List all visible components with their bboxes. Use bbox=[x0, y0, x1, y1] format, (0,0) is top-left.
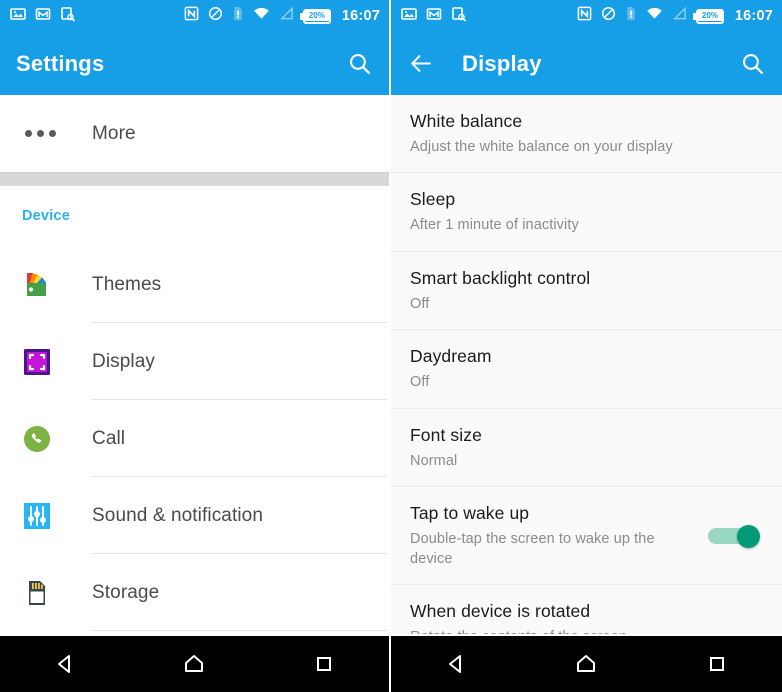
preference-subtitle: After 1 minute of inactivity bbox=[410, 217, 579, 234]
settings-item-label: Storage bbox=[92, 581, 160, 603]
preference-subtitle: Rotate the contents of the screen bbox=[410, 628, 756, 634]
themes-icon bbox=[16, 268, 92, 302]
section-header-device: Device bbox=[0, 186, 389, 246]
section-header-label: Device bbox=[22, 208, 70, 224]
back-arrow-icon[interactable] bbox=[407, 50, 435, 78]
preference-title: Daydream bbox=[410, 346, 492, 367]
settings-list[interactable]: More Device Themes Display Call Sound & … bbox=[0, 95, 389, 634]
preference-title: Smart backlight control bbox=[410, 267, 591, 288]
search-icon[interactable] bbox=[738, 50, 766, 78]
gmail-icon bbox=[426, 6, 442, 27]
call-icon bbox=[16, 422, 92, 456]
preference-row-tap-to-wake-up[interactable]: Tap to wake up Double-tap the screen to … bbox=[391, 487, 782, 586]
preference-title: White balance bbox=[410, 111, 523, 131]
settings-item-label: Themes bbox=[92, 273, 162, 295]
battery-icon: 20% bbox=[692, 8, 724, 24]
sim-alert-icon bbox=[625, 6, 637, 26]
right-phone-screen: 20% 16:07 Display White balance Adjust t… bbox=[391, 0, 782, 692]
settings-app-bar: Settings bbox=[0, 32, 389, 95]
display-settings-list[interactable]: White balance Adjust the white balance o… bbox=[391, 95, 782, 634]
sound-notification-icon bbox=[16, 499, 92, 533]
do-not-disturb-icon bbox=[601, 6, 616, 26]
signal-icon bbox=[672, 6, 687, 26]
page-title: Settings bbox=[16, 50, 105, 76]
image-icon bbox=[401, 6, 417, 27]
preference-subtitle: Off bbox=[410, 374, 430, 391]
preference-title: When device is rotated bbox=[410, 601, 591, 622]
recents-nav-icon[interactable] bbox=[689, 644, 745, 684]
recents-nav-icon[interactable] bbox=[296, 644, 352, 684]
preference-title: Sleep bbox=[410, 189, 456, 210]
back-nav-icon[interactable] bbox=[37, 644, 93, 684]
preference-row-smart-backlight-control[interactable]: Smart backlight control Off bbox=[391, 251, 782, 331]
preference-row-sleep[interactable]: Sleep After 1 minute of inactivity bbox=[391, 173, 782, 252]
preference-row-font-size[interactable]: Font size Normal bbox=[391, 408, 782, 488]
storage-icon bbox=[16, 576, 92, 610]
preference-subtitle: Adjust the white balance on your display bbox=[410, 138, 673, 155]
settings-item-more[interactable]: More bbox=[0, 95, 389, 172]
back-nav-icon[interactable] bbox=[428, 644, 484, 684]
do-not-disturb-icon bbox=[208, 6, 223, 26]
preference-row-when-device-is-rotated[interactable]: When device is rotated Rotate the conten… bbox=[391, 585, 782, 634]
status-bar-system-icons: 20% 16:07 bbox=[184, 6, 380, 26]
android-nav-bar-right[interactable] bbox=[391, 634, 782, 692]
page-title: Display bbox=[462, 50, 542, 76]
signal-icon bbox=[279, 6, 294, 26]
settings-item-label: Sound & notification bbox=[92, 504, 264, 526]
wifi-icon bbox=[646, 6, 663, 26]
dual-screenshot-container: 20% 16:07 Settings More Device Themes Di… bbox=[0, 0, 782, 692]
preference-subtitle: Normal bbox=[410, 452, 458, 469]
preference-row-daydream[interactable]: Daydream Off bbox=[391, 330, 782, 409]
display-app-bar: Display bbox=[391, 32, 782, 95]
more-dots-icon bbox=[16, 130, 92, 137]
wifi-icon bbox=[253, 6, 270, 26]
display-icon bbox=[16, 345, 92, 379]
status-bar-clock: 16:07 bbox=[734, 8, 773, 24]
settings-item-label: Call bbox=[92, 427, 126, 449]
settings-item-call[interactable]: Call bbox=[0, 400, 389, 477]
status-bar-clock: 16:07 bbox=[341, 8, 380, 24]
battery-percent-label: 20% bbox=[302, 11, 331, 21]
settings-item-sound-notification[interactable]: Sound & notification bbox=[0, 477, 389, 554]
battery-percent-label: 20% bbox=[695, 11, 724, 21]
row-divider bbox=[92, 630, 387, 631]
gmail-icon bbox=[35, 6, 51, 27]
search-icon[interactable] bbox=[345, 50, 373, 78]
tap-to-wake-toggle[interactable] bbox=[708, 525, 760, 549]
preference-title: Font size bbox=[410, 424, 482, 445]
settings-item-label: Display bbox=[92, 350, 155, 372]
preference-title: Tap to wake up bbox=[410, 503, 530, 524]
preference-subtitle: Double-tap the screen to wake up the dev… bbox=[410, 531, 655, 567]
status-bar-left: 20% 16:07 bbox=[0, 0, 389, 32]
settings-item-display[interactable]: Display bbox=[0, 323, 389, 400]
sim-alert-icon bbox=[232, 6, 244, 26]
status-bar-notification-icons bbox=[401, 6, 467, 27]
settings-item-storage[interactable]: Storage bbox=[0, 554, 389, 631]
device-search-icon bbox=[451, 6, 467, 27]
status-bar-right: 20% 16:07 bbox=[391, 0, 782, 32]
android-nav-bar-left[interactable] bbox=[0, 634, 389, 692]
device-search-icon bbox=[60, 6, 76, 27]
settings-item-label: More bbox=[92, 122, 136, 144]
nfc-icon bbox=[577, 6, 592, 26]
battery-icon: 20% bbox=[299, 8, 331, 24]
section-separator-band bbox=[0, 172, 389, 186]
home-nav-icon[interactable] bbox=[558, 644, 614, 684]
settings-item-themes[interactable]: Themes bbox=[0, 246, 389, 323]
image-icon bbox=[10, 6, 26, 27]
nfc-icon bbox=[184, 6, 199, 26]
left-phone-screen: 20% 16:07 Settings More Device Themes Di… bbox=[0, 0, 391, 692]
home-nav-icon[interactable] bbox=[166, 644, 222, 684]
status-bar-notification-icons bbox=[10, 6, 76, 27]
status-bar-system-icons: 20% 16:07 bbox=[577, 6, 773, 26]
preference-subtitle: Off bbox=[410, 295, 430, 312]
preference-row-white-balance[interactable]: White balance Adjust the white balance o… bbox=[391, 95, 782, 174]
